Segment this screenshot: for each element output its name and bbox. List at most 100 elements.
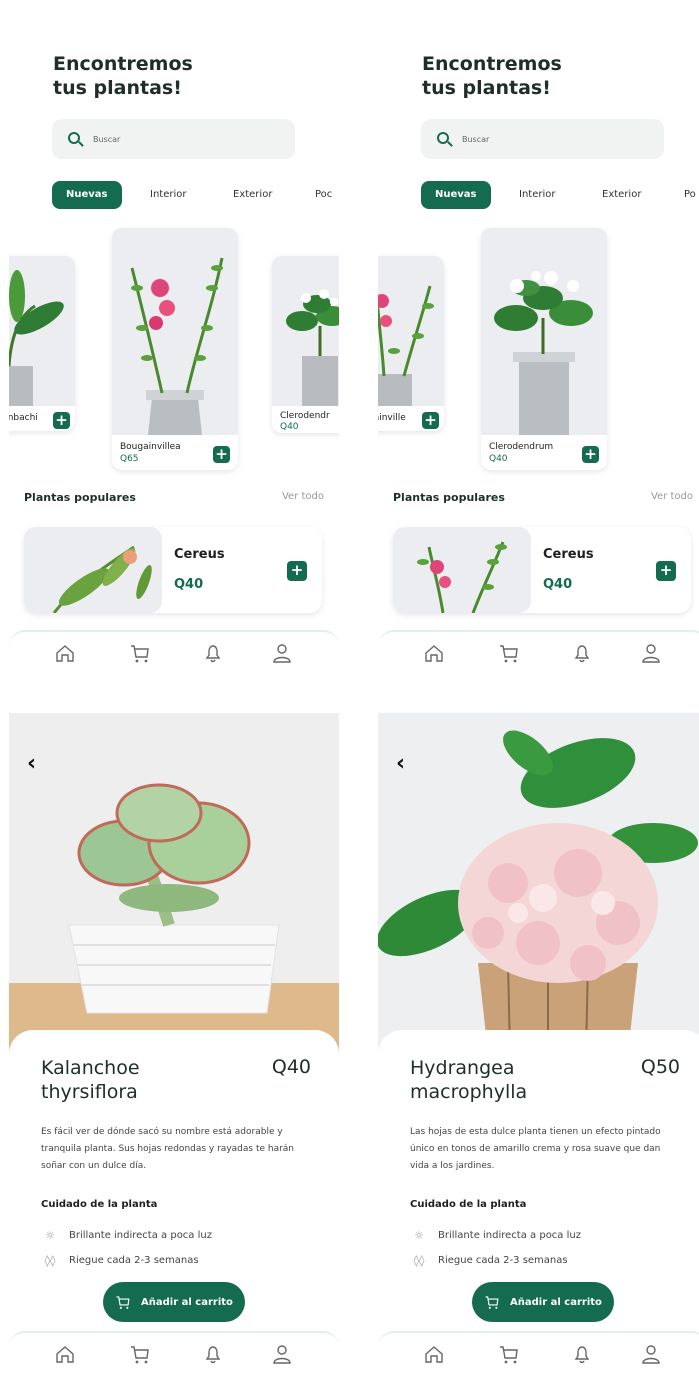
plant-image — [272, 256, 339, 406]
plant-name-line-2: macrophylla — [410, 1081, 528, 1103]
plant-name: gainville — [378, 413, 406, 423]
title-line-1: Encontremos — [53, 53, 193, 75]
popular-plant-name: Cereus — [174, 547, 225, 562]
cart-icon — [485, 1296, 499, 1309]
add-plant-button[interactable]: + — [213, 446, 230, 463]
plant-name: Clerodendr — [280, 411, 330, 421]
bell-icon[interactable] — [202, 642, 224, 664]
care-light-text: Brillante indirecta a poca luz — [438, 1230, 581, 1241]
plant-card[interactable]: Bougainvillea Q65 + — [112, 228, 238, 470]
chevron-left-icon: ‹ — [27, 751, 37, 776]
plant-image — [378, 256, 444, 406]
section-title: Plantas populares — [24, 491, 136, 504]
title-line-2: tus plantas! — [422, 77, 551, 99]
plant-price: Q40 — [489, 454, 508, 464]
detail-sheet: Hydrangea macrophylla Q50 Las hojas de es… — [378, 1030, 699, 1376]
plant-card[interactable]: gainville + — [378, 256, 444, 431]
tab-poca-luz[interactable]: Poc — [315, 181, 332, 209]
cart-icon[interactable] — [129, 642, 151, 664]
detail-sheet: Kalanchoe thyrsiflora Q40 Es fácil ver de… — [9, 1030, 339, 1376]
user-icon[interactable] — [640, 1343, 662, 1365]
plant-name: Hydrangea macrophylla — [410, 1056, 527, 1104]
care-title: Cuidado de la planta — [410, 1199, 527, 1210]
add-plant-button[interactable]: + — [422, 412, 439, 429]
search-icon — [437, 131, 453, 147]
add-popular-button[interactable]: + — [287, 561, 307, 581]
detail-screen-hydrangea: ‹ Hydrangea macrophylla Q50 Las hojas de … — [378, 713, 699, 1376]
care-light-row: ☼ Brillante indirecta a poca luz — [41, 1229, 212, 1242]
plant-price: Q65 — [120, 454, 139, 464]
care-title: Cuidado de la planta — [41, 1199, 158, 1210]
care-water-text: Riegue cada 2-3 semanas — [69, 1255, 199, 1266]
plant-name: Kalanchoe thyrsiflora — [41, 1056, 140, 1104]
search-icon — [68, 131, 84, 147]
search-bar[interactable] — [421, 119, 664, 159]
user-icon[interactable] — [640, 642, 662, 664]
popular-plant-price: Q40 — [543, 577, 573, 592]
see-all-link[interactable]: Ver todo — [282, 491, 324, 502]
bell-icon[interactable] — [571, 642, 593, 664]
search-input[interactable] — [93, 134, 243, 144]
back-button[interactable]: ‹ — [27, 751, 36, 776]
plant-price: Q40 — [271, 1056, 311, 1078]
cart-icon — [116, 1296, 130, 1309]
add-plant-button[interactable]: + — [53, 412, 70, 429]
water-drops-icon: ◊◊ — [44, 1254, 56, 1267]
back-button[interactable]: ‹ — [396, 751, 405, 776]
see-all-link[interactable]: Ver todo — [651, 491, 693, 502]
care-water-row: ◊◊ Riegue cada 2-3 semanas — [410, 1254, 568, 1267]
plant-image — [112, 228, 238, 435]
bottom-nav — [378, 1331, 699, 1376]
plant-name-line-1: Kalanchoe — [41, 1057, 140, 1079]
add-plant-button[interactable]: + — [582, 446, 599, 463]
plant-hero-image — [9, 713, 339, 1053]
plant-hero-image — [378, 713, 699, 1054]
tab-exterior[interactable]: Exterior — [233, 181, 272, 209]
user-icon[interactable] — [271, 642, 293, 664]
plant-card[interactable]: Clerodendr Q40 — [272, 256, 339, 433]
cart-icon[interactable] — [498, 1343, 520, 1365]
tab-poca-luz[interactable]: Po — [684, 181, 696, 209]
home-screen-2: Encontremos tus plantas! Nuevas Interior… — [378, 0, 699, 676]
add-to-cart-label: Añadir al carrito — [141, 1296, 233, 1308]
plant-price: Q50 — [640, 1056, 680, 1078]
plant-name: Clerodendrum — [489, 442, 554, 452]
home-screen-1: Encontremos tus plantas! Nuevas Interior… — [9, 0, 339, 676]
chevron-left-icon: ‹ — [396, 751, 406, 776]
tab-nuevas[interactable]: Nuevas — [52, 181, 122, 209]
popular-plant-name: Cereus — [543, 547, 594, 562]
popular-plant-card[interactable]: Cereus Q40 + — [24, 527, 322, 613]
home-icon[interactable] — [423, 1343, 445, 1365]
plant-image — [24, 527, 162, 613]
add-popular-button[interactable]: + — [656, 561, 676, 581]
tab-interior[interactable]: Interior — [519, 181, 555, 209]
tab-exterior[interactable]: Exterior — [602, 181, 641, 209]
bottom-nav — [9, 630, 339, 676]
home-icon[interactable] — [54, 642, 76, 664]
search-bar[interactable] — [52, 119, 295, 159]
add-to-cart-button[interactable]: Añadir al carrito — [472, 1282, 614, 1322]
care-light-row: ☼ Brillante indirecta a poca luz — [410, 1229, 581, 1242]
cart-icon[interactable] — [129, 1343, 151, 1365]
cart-icon[interactable] — [498, 642, 520, 664]
user-icon[interactable] — [271, 1343, 293, 1365]
plant-description: Es fácil ver de dónde sacó su nombre est… — [41, 1127, 295, 1171]
plant-name: fenbachi — [9, 413, 38, 423]
tab-nuevas[interactable]: Nuevas — [421, 181, 491, 209]
popular-plant-card[interactable]: Cereus Q40 + — [393, 527, 691, 613]
bell-icon[interactable] — [202, 1343, 224, 1365]
plant-name-line-1: Hydrangea — [410, 1057, 515, 1079]
plant-card[interactable]: fenbachi + — [9, 256, 75, 431]
add-to-cart-label: Añadir al carrito — [510, 1296, 602, 1308]
plant-name-line-2: thyrsiflora — [41, 1081, 138, 1103]
plant-card[interactable]: Clerodendrum Q40 + — [481, 228, 607, 470]
home-icon[interactable] — [423, 642, 445, 664]
plant-image — [393, 527, 531, 613]
search-input[interactable] — [462, 134, 612, 144]
bell-icon[interactable] — [571, 1343, 593, 1365]
tab-interior[interactable]: Interior — [150, 181, 186, 209]
add-to-cart-button[interactable]: Añadir al carrito — [103, 1282, 245, 1322]
bottom-nav — [9, 1331, 339, 1376]
sun-icon: ☼ — [45, 1229, 55, 1242]
home-icon[interactable] — [54, 1343, 76, 1365]
